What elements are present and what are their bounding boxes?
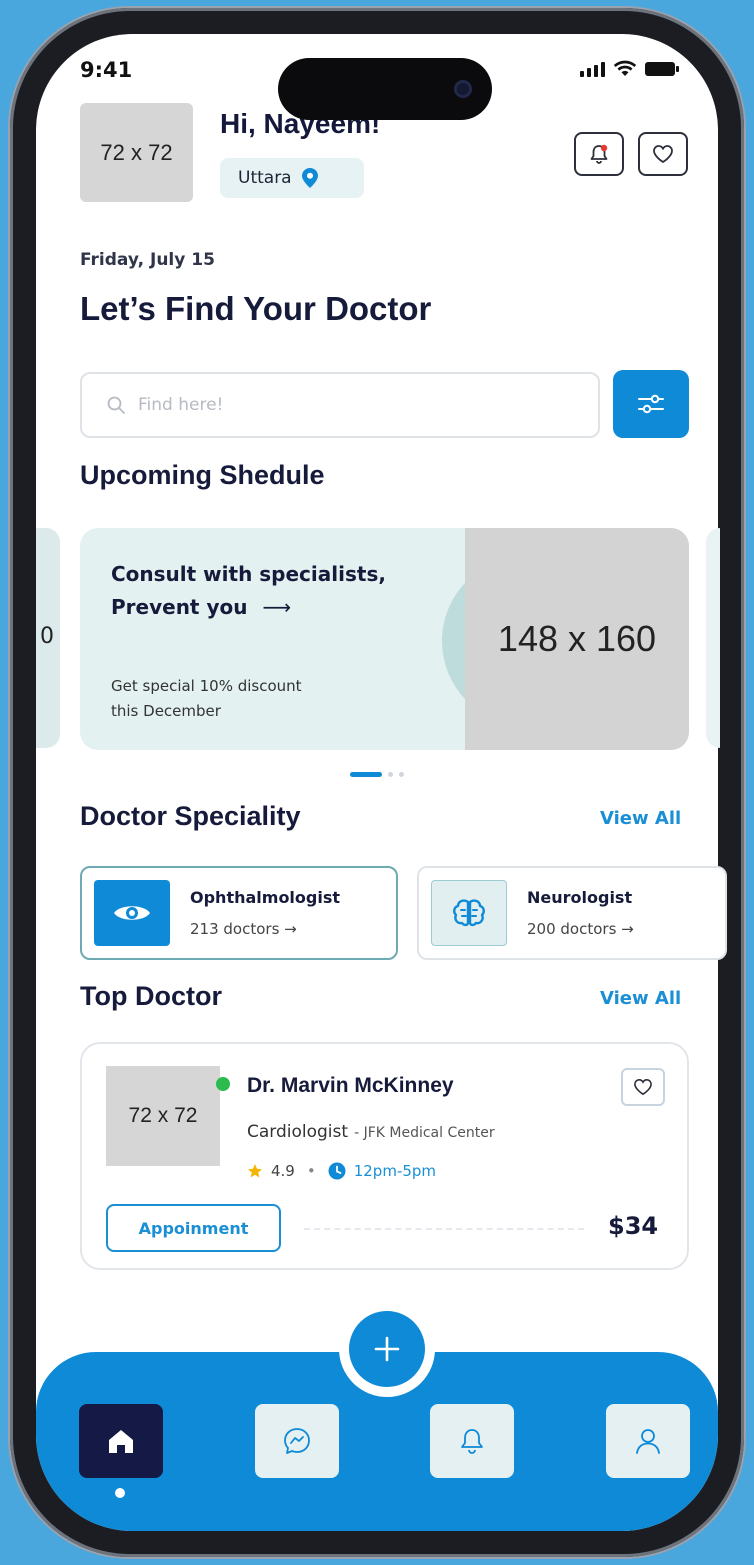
speciality-card-ophthalmologist[interactable]: Ophthalmologist 213 doctors →: [80, 866, 398, 960]
search-box[interactable]: [80, 372, 600, 438]
speciality-name: Ophthalmologist: [190, 888, 341, 907]
doctor-hours: 12pm-5pm: [353, 1162, 437, 1180]
eye-icon: [94, 880, 170, 946]
banner-title-line2: Prevent you ⟶: [111, 591, 441, 624]
previous-banner-text: 0: [40, 624, 54, 649]
banner-subtitle-line2: this December: [111, 702, 221, 720]
promo-banner[interactable]: 148 x 160 Consult with specialists, Prev…: [80, 528, 689, 750]
banner-title-text: Prevent you: [111, 595, 248, 619]
upcoming-section-title: Upcoming Shedule: [80, 460, 325, 490]
doctor-price: $34: [608, 1212, 659, 1240]
filter-button[interactable]: [613, 370, 689, 438]
home-icon: [109, 1430, 133, 1453]
doctor-specialty: Cardiologist: [247, 1122, 349, 1142]
search-icon: [107, 396, 125, 414]
bell-alert-icon: [590, 144, 608, 164]
top-doctor-section-title: Top Doctor: [80, 981, 222, 1011]
banner-title-line1: Consult with specialists,: [111, 562, 386, 586]
doctor-card[interactable]: 72 x 72 Dr. Marvin McKinney Cardiologist…: [80, 1042, 689, 1270]
wifi-icon: [613, 60, 637, 76]
speciality-card-neurologist[interactable]: Neurologist 200 doctors →: [417, 866, 727, 960]
brain-icon: [431, 880, 507, 946]
clock-icon: [328, 1162, 346, 1180]
speciality-view-all-link[interactable]: View All: [600, 808, 681, 829]
current-date: Friday, July 15: [80, 250, 215, 270]
nav-profile[interactable]: [606, 1404, 690, 1478]
camera-icon: [454, 80, 472, 98]
signal-icon: [580, 61, 605, 77]
doctor-name[interactable]: Dr. Marvin McKinney: [247, 1074, 454, 1098]
doctor-hospital: - JFK Medical Center: [354, 1125, 495, 1141]
banner-image: 148 x 160: [465, 528, 689, 750]
doctor-rating: 4.9: [271, 1162, 295, 1180]
chat-icon: [284, 1428, 310, 1454]
page-title: Let’s Find Your Doctor: [80, 290, 432, 327]
favorites-button[interactable]: [638, 132, 688, 176]
nav-messages[interactable]: [255, 1404, 339, 1478]
carousel-dot-active[interactable]: [350, 772, 382, 777]
speciality-name: Neurologist: [527, 888, 633, 907]
search-input[interactable]: [138, 395, 558, 415]
heart-icon: [653, 145, 673, 164]
doctor-specialty-line: Cardiologist - JFK Medical Center: [247, 1122, 495, 1142]
plus-icon: [374, 1336, 400, 1362]
meta-separator: •: [306, 1162, 316, 1180]
previous-banner-card[interactable]: 0: [36, 528, 60, 748]
avatar[interactable]: 72 x 72: [80, 103, 193, 202]
carousel-dot[interactable]: [399, 772, 404, 777]
battery-icon: [645, 62, 679, 76]
doctor-favorite-button[interactable]: [621, 1068, 665, 1106]
location-pin-icon: [301, 168, 318, 188]
nav-notifications[interactable]: [430, 1404, 514, 1478]
divider: [304, 1228, 584, 1230]
next-banner-card[interactable]: [706, 528, 720, 748]
bell-icon: [461, 1429, 483, 1454]
status-time: 9:41: [80, 58, 133, 82]
speciality-count: 213 doctors →: [190, 920, 297, 938]
banner-subtitle: Get special 10% discount this December: [111, 674, 371, 724]
dynamic-island: [278, 58, 492, 120]
online-status-indicator: [216, 1077, 230, 1091]
arrow-right-icon: ⟶: [262, 595, 292, 619]
nav-active-indicator: [115, 1488, 125, 1498]
speciality-section-title: Doctor Speciality: [80, 801, 301, 831]
top-doctor-view-all-link[interactable]: View All: [600, 988, 681, 1009]
nav-home[interactable]: [79, 1404, 163, 1478]
star-icon: [248, 1164, 262, 1178]
location-chip[interactable]: Uttara: [220, 158, 364, 198]
speciality-count: 200 doctors →: [527, 920, 634, 938]
doctor-meta: 4.9 • 12pm-5pm: [247, 1162, 436, 1180]
filter-icon: [638, 394, 664, 414]
user-icon: [636, 1429, 660, 1454]
carousel-pagination[interactable]: [350, 772, 404, 777]
heart-icon: [634, 1078, 652, 1096]
appointment-button[interactable]: Appoinment: [106, 1204, 281, 1252]
notification-button[interactable]: [574, 132, 624, 176]
banner-title: Consult with specialists, Prevent you ⟶: [111, 558, 441, 624]
doctor-photo: 72 x 72: [106, 1066, 220, 1166]
banner-subtitle-line1: Get special 10% discount: [111, 677, 302, 695]
add-button[interactable]: [349, 1311, 425, 1387]
location-label: Uttara: [238, 168, 292, 188]
status-icons: [580, 60, 679, 77]
carousel-dot[interactable]: [388, 772, 393, 777]
